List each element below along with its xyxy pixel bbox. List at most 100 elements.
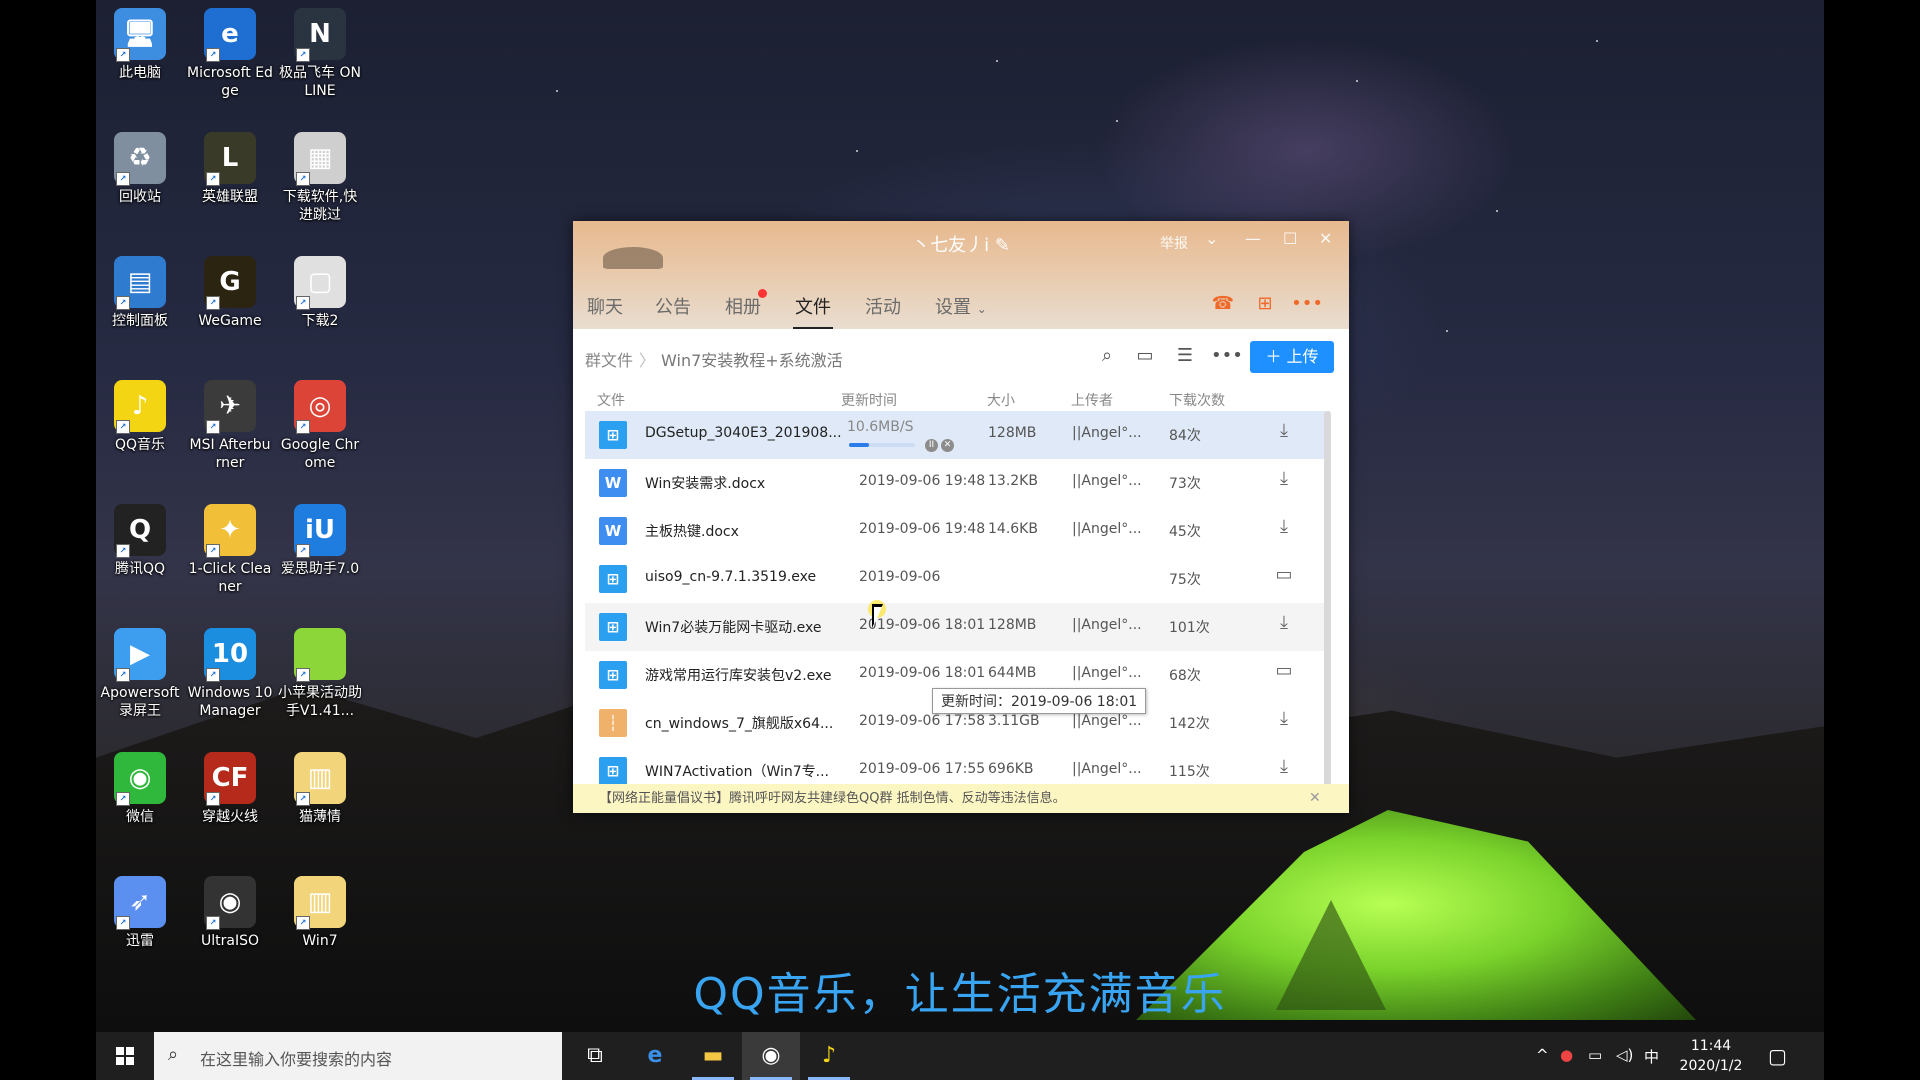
desktop-icon[interactable]: N ↗ 极品飞车 ONLINE (277, 8, 363, 100)
download-icon[interactable]: ⤓ (1272, 611, 1296, 635)
file-row[interactable]: W Win安装需求.docx 2019-09-06 19:48 13.2KB ||Ang… (585, 459, 1325, 507)
desktop-icon[interactable]: ♪ ↗ QQ音乐 (97, 380, 183, 454)
list-view-icon[interactable]: ☰ (1171, 343, 1199, 369)
desktop-icon[interactable]: 10 ↗ Windows 10 Manager (187, 628, 273, 720)
app-icon: ▥ ↗ (294, 876, 346, 930)
file-row[interactable]: ⊞ DGSetup_3040E3_201908... 10.6MB/S II ✕ 128M… (585, 411, 1325, 459)
file-size: 128MB (988, 425, 1037, 441)
app-icon: N ↗ (294, 8, 346, 62)
shortcut-arrow-icon: ↗ (116, 916, 130, 930)
windows-logo-icon (116, 1047, 124, 1055)
more-icon[interactable]: ••• (1291, 289, 1323, 317)
cancel-download-icon[interactable]: ✕ (941, 439, 954, 452)
close-icon[interactable]: ✕ (1309, 784, 1321, 813)
pause-icon[interactable]: II (925, 439, 938, 452)
upload-button[interactable]: ＋ 上传 (1250, 341, 1334, 373)
file-explorer-icon[interactable]: ▬ (684, 1032, 742, 1080)
desktop-icon[interactable]: ▢ ↗ 下载2 (277, 256, 363, 330)
open-folder-icon[interactable]: ▭ (1272, 563, 1296, 587)
app-icon: Q ↗ (114, 504, 166, 558)
file-size: 14.6KB (988, 521, 1038, 537)
desktop-icon[interactable]: ↗ 小苹果活动助手V1.41... (277, 628, 363, 720)
desktop-icon[interactable]: ◉ ↗ 微信 (97, 752, 183, 826)
close-icon[interactable]: ✕ (1319, 229, 1332, 248)
more-options-icon[interactable]: ••• (1211, 343, 1243, 369)
exe-file-icon: ⊞ (599, 565, 627, 593)
shortcut-arrow-icon: ↗ (116, 172, 130, 186)
tab-chat[interactable]: 聊天 (587, 293, 623, 319)
download-icon[interactable]: ⤓ (1272, 755, 1296, 779)
desktop-icon[interactable]: ✈ ↗ MSI Afterburner (187, 380, 273, 472)
desktop-icon[interactable]: 🖥 ↗ 此电脑 (97, 8, 183, 82)
desktop-icon[interactable]: ✦ ↗ 1-Click Cleaner (187, 504, 273, 596)
start-button[interactable] (96, 1032, 154, 1080)
desktop-icon[interactable]: ▥ ↗ Win7 (277, 876, 363, 950)
file-row[interactable]: W 主板热键.docx 2019-09-06 19:48 14.6KB ||Angel°… (585, 507, 1325, 555)
col-updated[interactable]: 更新时间 (841, 390, 897, 410)
desktop-icon[interactable]: ♻ ↗ 回收站 (97, 132, 183, 206)
desktop-icon[interactable]: ➶ ↗ 迅雷 (97, 876, 183, 950)
ime-indicator[interactable]: 中 (1644, 1046, 1659, 1067)
desktop-icon[interactable]: iU ↗ 爱思助手7.0 (277, 504, 363, 578)
edge-taskbar-icon[interactable]: e (626, 1032, 684, 1080)
download-icon[interactable]: ⤓ (1272, 419, 1296, 443)
desktop-icon[interactable]: Q ↗ 腾讯QQ (97, 504, 183, 578)
tab-activity[interactable]: 活动 (865, 293, 901, 319)
phone-icon[interactable]: ☎ (1209, 289, 1237, 317)
desktop-icon[interactable]: L ↗ 英雄联盟 (187, 132, 273, 206)
desktop-icon[interactable]: ▥ ↗ 猫薄情 (277, 752, 363, 826)
qq-music-taskbar-icon[interactable]: ♪ (800, 1032, 858, 1080)
report-button[interactable]: 举报 (1160, 233, 1188, 253)
tab-settings[interactable]: 设置 ⌄ (935, 293, 987, 319)
tab-announcement[interactable]: 公告 (655, 293, 691, 319)
desktop-icon[interactable]: ▶ ↗ Apowersoft 录屏王 (97, 628, 183, 720)
breadcrumb-root[interactable]: 群文件 (585, 351, 633, 370)
download-count: 45次 (1169, 524, 1201, 540)
col-downloads[interactable]: 下载次数 (1169, 390, 1225, 410)
desktop-icon[interactable]: G ↗ WeGame (187, 256, 273, 330)
tab-album[interactable]: 相册 (725, 293, 761, 319)
download-icon[interactable]: ⤓ (1272, 707, 1296, 731)
chevron-up-icon[interactable]: ^ (1536, 1046, 1549, 1064)
desktop-icon[interactable]: ▦ ↗ 下载软件,快进跳过 (277, 132, 363, 224)
desktop-icon[interactable]: e ↗ Microsoft Edge (187, 8, 273, 100)
task-view-icon[interactable]: ⧉ (566, 1032, 624, 1080)
qq-group-window[interactable]: 丶七友丿i ✎ 举报 ⌄ — ☐ ✕ 聊天 公告 相册 文件 活动 设置 ⌄ ☎… (573, 221, 1349, 813)
desktop-icon[interactable]: ◎ ↗ Google Chrome (277, 380, 363, 472)
desktop-icon[interactable]: ◉ ↗ UltraISO (187, 876, 273, 950)
search-icon[interactable]: ⌕ (1093, 343, 1121, 369)
col-uploader[interactable]: 上传者 (1071, 390, 1113, 410)
desktop-icon[interactable]: CF ↗ 穿越火线 (187, 752, 273, 826)
clock[interactable]: 11:44 2020/1/2 (1671, 1036, 1751, 1076)
desktop-icon[interactable]: ▤ ↗ 控制面板 (97, 256, 183, 330)
tab-files[interactable]: 文件 (793, 293, 833, 330)
col-size[interactable]: 大小 (987, 390, 1015, 410)
col-file[interactable]: 文件 (597, 390, 625, 410)
qq-taskbar-icon[interactable]: ◉ (742, 1032, 800, 1080)
minimize-icon[interactable]: — (1245, 229, 1261, 248)
download-icon[interactable]: ⤓ (1272, 515, 1296, 539)
folder-view-icon[interactable]: ▭ (1131, 343, 1159, 369)
volume-icon[interactable]: ◁) (1616, 1046, 1633, 1064)
file-row[interactable]: ⊞ Win7必装万能网卡驱动.exe 2019-09-06 18:01 128MB ||… (585, 603, 1325, 651)
desktop-icon-label: 迅雷 (126, 933, 154, 949)
download-icon[interactable]: ⤓ (1272, 467, 1296, 491)
app-icon: ◉ ↗ (114, 752, 166, 806)
taskbar-search[interactable]: ⌕ 在这里输入你要搜索的内容 (154, 1032, 562, 1080)
maximize-icon[interactable]: ☐ (1283, 229, 1297, 248)
scrollbar[interactable] (1324, 411, 1331, 787)
qq-tray-icon[interactable]: ● (1560, 1046, 1573, 1064)
add-chat-icon[interactable]: ⊞ (1251, 289, 1279, 317)
file-row[interactable]: ⊞ uiso9_cn-9.7.1.3519.exe 2019-09-06 75次 ▭ (585, 555, 1325, 603)
windows-logo-part (126, 1057, 134, 1065)
file-name: uiso9_cn-9.7.1.3519.exe (645, 569, 817, 585)
chevron-down-icon[interactable]: ⌄ (1205, 229, 1218, 248)
shortcut-arrow-icon: ↗ (296, 916, 310, 930)
app-icon: ▥ ↗ (294, 752, 346, 806)
tab-settings-label: 设置 (935, 297, 971, 318)
notification-icon[interactable]: ▢ (1768, 1044, 1787, 1068)
network-icon[interactable]: ▭ (1588, 1046, 1602, 1064)
notice-text[interactable]: 【网络正能量倡议书】腾讯呼吁网友共建绿色QQ群 抵制色情、反动等违法信息。 (599, 784, 1066, 813)
open-folder-icon[interactable]: ▭ (1272, 659, 1296, 683)
exe-file-icon: ⊞ (599, 661, 627, 689)
